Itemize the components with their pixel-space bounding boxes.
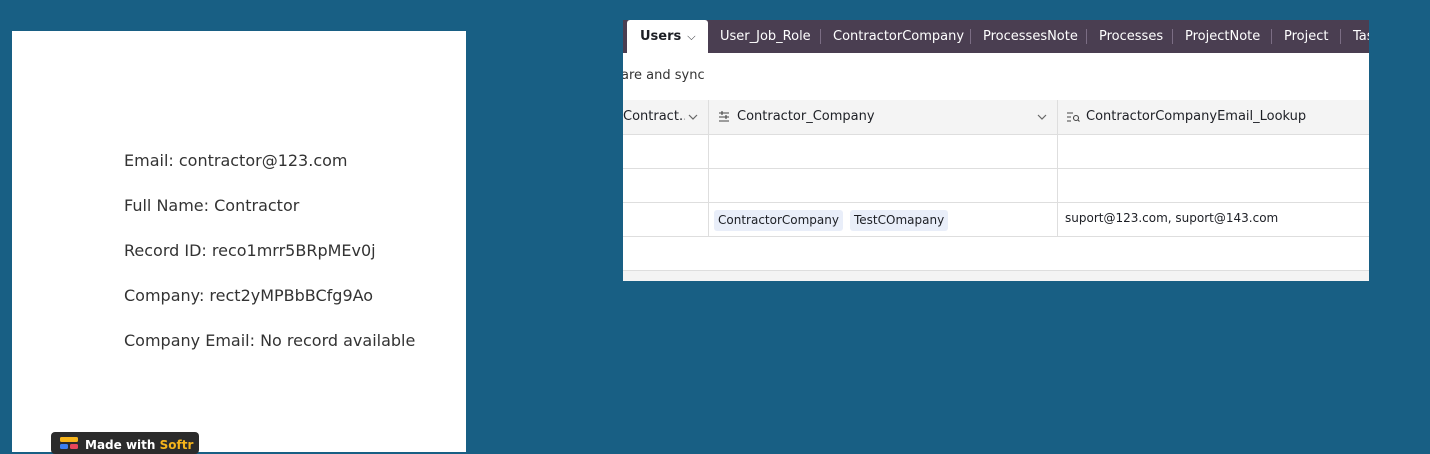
user-info-card: Email: contractor@123.com Full Name: Con… (12, 31, 466, 454)
table-tab-bar: Users ⌵ User_Job_Role ContractorCompany P… (623, 20, 1369, 53)
tab-divider (1086, 29, 1087, 44)
tab-users[interactable]: Users ⌵ (627, 20, 708, 53)
made-with-softr-badge[interactable]: Made with Softr (51, 432, 199, 454)
badge-prefix: Made with (85, 438, 156, 452)
column-header-company-email-lookup[interactable]: ContractorCompanyEmail_Lookup (1086, 100, 1366, 134)
company-email-line: Company Email: No record available (124, 331, 416, 350)
column-divider (1057, 100, 1058, 237)
linked-record-icon (719, 111, 729, 122)
grid-header-row: Contract… Contractor_Company ContractorC… (623, 100, 1369, 135)
column-header-contractor-company[interactable]: Contractor_Company (737, 100, 1027, 134)
tab-processes-note[interactable]: ProcessesNote (983, 20, 1078, 53)
email-lookup-cell[interactable]: suport@123.com, suport@143.com (1065, 211, 1278, 225)
linked-record-chip[interactable]: ContractorCompany (714, 210, 843, 231)
tab-project-note[interactable]: ProjectNote (1185, 20, 1260, 53)
chevron-down-icon: ⌵ (687, 30, 696, 43)
lookup-icon (1067, 112, 1080, 122)
share-and-sync-button[interactable]: are and sync (623, 68, 705, 83)
badge-brand: Softr (159, 438, 194, 452)
tab-contractor-company[interactable]: ContractorCompany (833, 20, 964, 53)
column-divider (708, 100, 709, 237)
tab-divider (1271, 29, 1272, 44)
tab-processes[interactable]: Processes (1099, 20, 1163, 53)
tab-project[interactable]: Project (1284, 20, 1328, 53)
column-header-contract[interactable]: Contract… (623, 100, 685, 134)
linked-record-chip[interactable]: TestCOmapany (850, 210, 949, 231)
user-info-list: Email: contractor@123.com Full Name: Con… (124, 149, 415, 374)
tab-tasks[interactable]: Tas (1353, 20, 1369, 53)
table-row[interactable]: ContractorCompany TestCOmapany suport@12… (623, 203, 1369, 237)
view-toolbar: are and sync (623, 53, 1369, 101)
record-id-line: Record ID: reco1mrr5BRpMEv0j (124, 241, 376, 260)
tab-label: Users (640, 29, 682, 44)
grid-footer (623, 270, 1369, 281)
table-row[interactable] (623, 169, 1369, 203)
tab-divider (970, 29, 971, 44)
full-name-line: Full Name: Contractor (124, 196, 300, 215)
airtable-base-panel: Users ⌵ User_Job_Role ContractorCompany P… (623, 20, 1369, 281)
email-line: Email: contractor@123.com (124, 151, 348, 170)
tab-user-job-role[interactable]: User_Job_Role (720, 20, 811, 53)
softr-logo-icon (60, 437, 78, 449)
company-line: Company: rect2yMPBbBCfg9Ao (124, 286, 374, 305)
table-row[interactable] (623, 237, 1369, 270)
tab-divider (820, 29, 821, 44)
chevron-down-icon[interactable] (1037, 113, 1047, 121)
tab-divider (1172, 29, 1173, 44)
table-row[interactable] (623, 135, 1369, 169)
tab-divider (1340, 29, 1341, 44)
chevron-down-icon[interactable] (688, 113, 698, 121)
